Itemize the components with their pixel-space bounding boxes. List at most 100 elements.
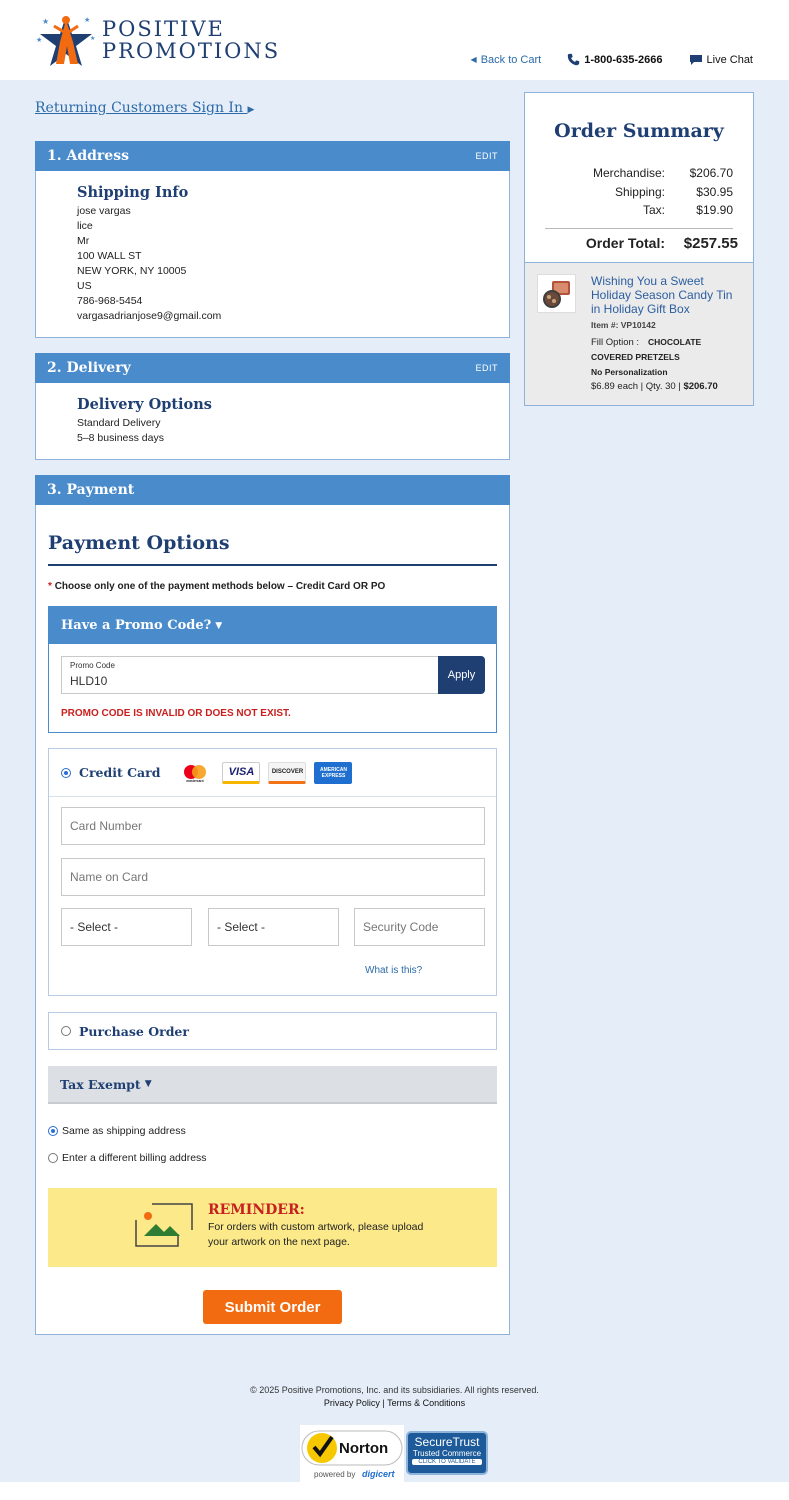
live-chat-label: Live Chat [706,53,753,66]
star-figure-logo-icon: ★ ★ ★ ★ [36,16,95,66]
purchase-order-radio[interactable] [61,1026,71,1036]
product-thumbnail[interactable] [537,274,576,313]
footer-separator: | [382,1398,385,1408]
name-on-card-input[interactable]: Name on Card [61,858,485,896]
site-header: ★ ★ ★ ★ POSITIVE PROMOTIONS ◀ Back to Ca… [0,0,789,80]
promo-code-toggle[interactable]: Have a Promo Code? ▼ [49,607,496,644]
line-total: $206.70 [683,381,718,392]
caret-left-icon: ◀ [470,55,477,64]
order-total-row: Order Total: $257.55 [525,235,738,252]
caret-right-icon: ▶ [247,105,255,115]
promo-error-message: PROMO CODE IS INVALID OR DOES NOT EXIST. [61,708,291,719]
delivery-method: Standard Delivery [77,417,161,429]
svg-text:★: ★ [42,17,49,26]
promo-code-panel: Have a Promo Code? ▼ Promo Code HLD10 Ap… [48,606,497,733]
tax-row: Tax: $19.90 [525,203,733,217]
promo-code-field-label: Promo Code [70,661,115,670]
billing-different-option[interactable]: Enter a different billing address [48,1152,207,1164]
reminder-text: For orders with custom artwork, please u… [208,1221,424,1248]
expiry-year-select[interactable]: - Select - [208,908,339,946]
phone-icon [568,53,580,66]
apply-promo-button[interactable]: Apply [438,656,485,694]
back-to-cart-link[interactable]: ◀ Back to Cart [471,54,542,66]
caret-down-icon: ▼ [215,620,223,631]
price-each: $6.89 each | Qty. 30 | [591,381,681,392]
cart-item: Wishing You a Sweet Holiday Season Candy… [525,262,753,405]
card-number-input[interactable]: Card Number [61,807,485,845]
phone-number: 1-800-635-2666 [584,53,663,66]
promo-code-value: HLD10 [70,674,108,688]
credit-card-label[interactable]: Credit Card [79,765,160,780]
positive-promotions-logo[interactable]: ★ ★ ★ ★ POSITIVE PROMOTIONS [36,12,278,72]
security-code-input[interactable]: Security Code [354,908,485,946]
tax-label: Tax: [642,203,665,217]
tax-value: $19.90 [696,203,733,217]
address-section-header: 1. Address EDIT [35,141,510,171]
back-to-cart-label: Back to Cart [480,53,542,66]
shipping-info: Shipping Info jose vargas lice Mr 100 WA… [36,171,509,324]
svg-text:mastercard: mastercard [187,779,204,783]
delivery-section-header: 2. Delivery EDIT [35,353,510,383]
returning-customers-signin-link[interactable]: Returning Customers Sign In ▶ [35,100,254,116]
norton-seal[interactable]: Norton powered by digicert [300,1425,404,1483]
payment-note-text: Choose only one of the payment methods b… [54,581,386,592]
product-name-link[interactable]: Wishing You a Sweet Holiday Season Candy… [591,274,741,316]
credit-card-header: Credit Card mastercard VISA DISCOVER AME… [49,749,496,797]
delivery-options-title: Delivery Options [77,396,212,413]
securetrust-subtitle: Trusted Commerce [412,1449,482,1458]
tax-exempt-label: Tax Exempt [60,1076,141,1092]
shipping-info-title: Shipping Info [77,184,189,201]
payment-title-divider [48,564,497,566]
shipping-label: Shipping: [614,185,665,199]
submit-order-button[interactable]: Submit Order [203,1290,342,1324]
chat-bubble-icon [689,54,702,65]
address-edit-link[interactable]: EDIT [475,151,498,161]
billing-different-radio[interactable] [48,1153,58,1163]
signin-label: Returning Customers Sign In [35,100,243,116]
billing-same-option[interactable]: Same as shipping address [48,1125,186,1137]
payment-body: Payment Options * Choose only one of the… [36,506,509,1334]
order-summary: Order Summary Merchandise: $206.70 Shipp… [524,92,754,406]
delivery-info: Delivery Options Standard Delivery 5–8 b… [36,383,509,446]
fill-option-value-2: COVERED PRETZELS [591,352,680,362]
address-line: 100 WALL ST [77,250,142,262]
purchase-order-option[interactable]: Purchase Order [48,1012,497,1050]
securetrust-seal[interactable]: SecureTrust Trusted Commerce CLICK TO VA… [406,1431,488,1475]
norton-label: Norton [339,1440,389,1457]
fill-option-value-1: CHOCOLATE [648,337,702,347]
terms-conditions-link[interactable]: Terms & Conditions [387,1398,465,1408]
product-item-number: Item #: VP10142 [591,320,656,330]
artwork-reminder: REMINDER: For orders with custom artwork… [48,1188,497,1267]
address-line: Mr [77,235,90,247]
american-express-icon: AMERICAN EXPRESS [314,761,353,784]
address-heading: 1. Address [47,148,129,164]
logo-wordmark: POSITIVE PROMOTIONS [102,18,280,62]
delivery-edit-link[interactable]: EDIT [475,363,498,373]
address-section: 1. Address EDIT Shipping Info jose varga… [35,141,510,338]
svg-text:★: ★ [36,36,42,44]
address-line: vargasadrianjose9@gmail.com [77,310,222,322]
securetrust-validate: CLICK TO VALIDATE [412,1459,482,1465]
mastercard-icon: mastercard [176,761,215,784]
price-qty-line: $6.89 each | Qty. 30 | $206.70 [591,381,718,392]
live-chat-link[interactable]: Live Chat [689,54,753,66]
privacy-policy-link[interactable]: Privacy Policy [324,1398,380,1408]
delivery-heading: 2. Delivery [47,360,131,376]
reminder-title: REMINDER: [208,1202,305,1218]
address-line: jose vargas [77,205,131,217]
header-links: ◀ Back to Cart 1-800-635-2666 Live Chat [471,53,753,66]
tax-exempt-toggle[interactable]: Tax Exempt ▼ [48,1066,497,1104]
what-is-this-link[interactable]: What is this? [365,965,422,976]
svg-text:★: ★ [90,35,95,42]
order-total-value: $257.55 [683,235,738,252]
credit-card-radio[interactable] [61,767,71,778]
billing-same-radio[interactable] [48,1126,58,1136]
copyright-text: © 2025 Positive Promotions, Inc. and its… [250,1385,539,1395]
promo-code-input[interactable]: Promo Code HLD10 [61,656,439,694]
expiry-month-select[interactable]: - Select - [61,908,192,946]
delivery-timeframe: 5–8 business days [77,432,164,444]
shipping-value: $30.95 [696,185,733,199]
promo-toggle-label: Have a Promo Code? [61,618,212,633]
phone-link[interactable]: 1-800-635-2666 [567,53,663,66]
billing-same-label: Same as shipping address [62,1125,186,1137]
